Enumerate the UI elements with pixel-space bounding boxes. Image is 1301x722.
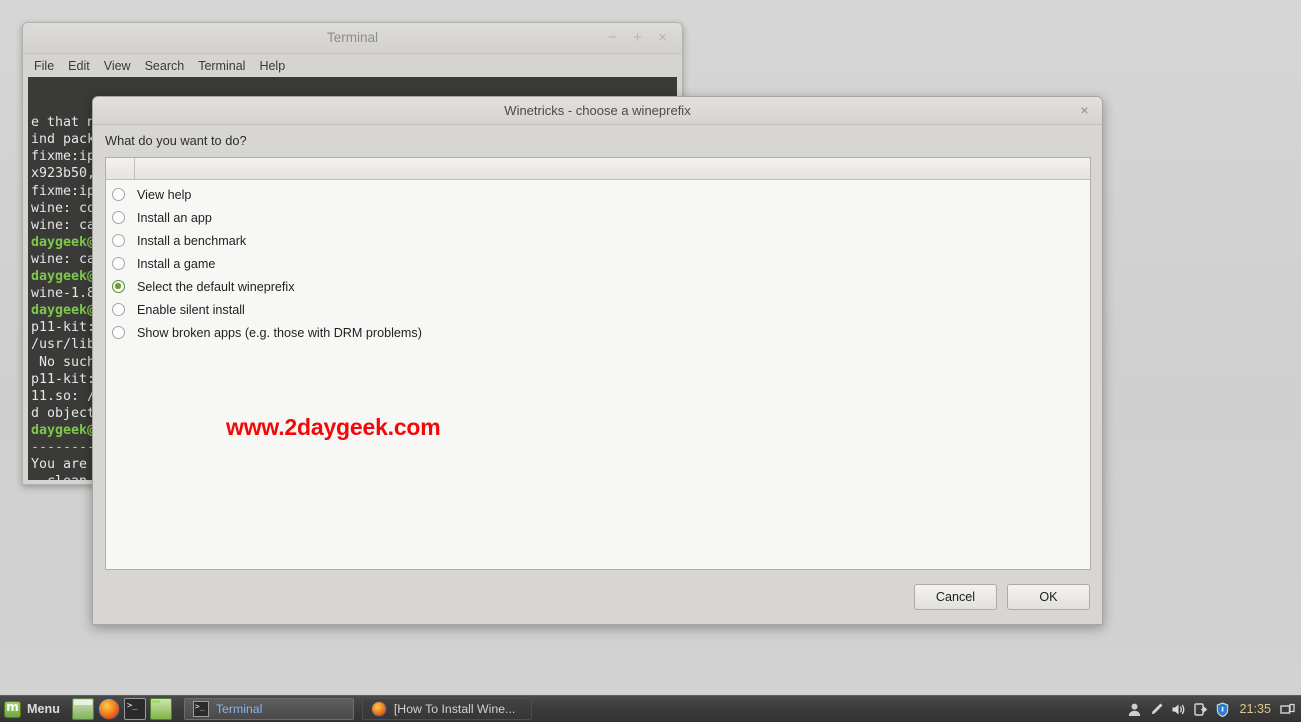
minimize-icon[interactable]: − — [605, 30, 620, 46]
options-list[interactable]: View help Install an app Install a benchma… — [105, 157, 1091, 570]
watermark-text: www.2daygeek.com — [226, 414, 441, 440]
firefox-icon — [370, 701, 387, 717]
radio-button[interactable] — [112, 234, 125, 247]
volume-icon[interactable] — [1171, 702, 1186, 717]
list-header-column-2[interactable] — [135, 158, 1090, 179]
dialog-titlebar[interactable]: Winetricks - choose a wineprefix × — [93, 97, 1102, 125]
terminal-icon[interactable] — [123, 698, 146, 720]
winetricks-dialog: Winetricks - choose a wineprefix × What … — [92, 96, 1103, 625]
workspace-switcher-icon[interactable] — [1280, 702, 1295, 717]
radio-button[interactable] — [112, 211, 125, 224]
mint-logo-icon — [4, 700, 21, 718]
firefox-icon[interactable] — [97, 698, 120, 720]
desktop: Terminal − + × File Edit View Search Ter… — [0, 0, 1301, 722]
options-rows: View help Install an app Install a benchma… — [106, 180, 1090, 344]
radio-button[interactable] — [112, 257, 125, 270]
radio-button[interactable] — [112, 303, 125, 316]
user-icon[interactable] — [1127, 702, 1142, 717]
taskbar-window-label: [How To Install Wine... — [393, 702, 516, 716]
list-header-column-1[interactable] — [106, 158, 135, 179]
terminal-icon — [192, 701, 209, 717]
battery-icon[interactable] — [1193, 702, 1208, 717]
dialog-button-bar: Cancel OK — [914, 584, 1090, 610]
show-desktop-icon[interactable] — [71, 698, 94, 720]
ok-button[interactable]: OK — [1007, 584, 1090, 610]
option-label: Install an app — [137, 210, 212, 225]
radio-button[interactable] — [112, 326, 125, 339]
cancel-button[interactable]: Cancel — [914, 584, 997, 610]
option-row[interactable]: Install a game — [106, 252, 1090, 275]
option-row[interactable]: Enable silent install — [106, 298, 1090, 321]
shield-icon[interactable] — [1215, 701, 1230, 717]
taskbar-window-terminal[interactable]: Terminal — [183, 698, 354, 720]
taskbar-window-firefox[interactable]: [How To Install Wine... — [361, 698, 532, 720]
menu-button-label: Menu — [27, 702, 60, 716]
menu-view[interactable]: View — [104, 59, 131, 73]
clock[interactable]: 21:35 — [1237, 702, 1273, 716]
option-label: Select the default wineprefix — [137, 279, 295, 294]
menu-button[interactable]: Menu — [0, 697, 68, 721]
list-column-header — [106, 158, 1090, 180]
taskbar: Menu Terminal [How To Install Wine... — [0, 695, 1301, 722]
dialog-title: Winetricks - choose a wineprefix — [504, 103, 691, 118]
option-row[interactable]: Show broken apps (e.g. those with DRM pr… — [106, 321, 1090, 344]
option-label: Enable silent install — [137, 302, 245, 317]
close-icon[interactable]: × — [655, 30, 670, 46]
option-label: Install a game — [137, 256, 216, 271]
radio-button[interactable] — [112, 188, 125, 201]
terminal-window-title: Terminal — [326, 30, 378, 45]
radio-button[interactable] — [112, 280, 125, 293]
files-icon[interactable] — [149, 698, 172, 720]
taskbar-window-label: Terminal — [215, 702, 263, 716]
menu-edit[interactable]: Edit — [68, 59, 90, 73]
terminal-titlebar[interactable]: Terminal − + × — [23, 23, 682, 54]
menu-search[interactable]: Search — [145, 59, 185, 73]
menu-help[interactable]: Help — [259, 59, 285, 73]
maximize-icon[interactable]: + — [630, 30, 645, 46]
system-tray: 21:35 — [1127, 696, 1295, 722]
terminal-menubar: File Edit View Search Terminal Help — [23, 54, 682, 77]
pen-icon[interactable] — [1149, 702, 1164, 717]
option-row[interactable]: Install an app — [106, 206, 1090, 229]
option-label: Show broken apps (e.g. those with DRM pr… — [137, 325, 422, 340]
option-label: Install a benchmark — [137, 233, 247, 248]
close-icon[interactable]: × — [1077, 103, 1092, 118]
menu-terminal[interactable]: Terminal — [198, 59, 245, 73]
option-row[interactable]: Select the default wineprefix — [106, 275, 1090, 298]
menu-file[interactable]: File — [34, 59, 54, 73]
option-row[interactable]: Install a benchmark — [106, 229, 1090, 252]
option-label: View help — [137, 187, 192, 202]
option-row[interactable]: View help — [106, 183, 1090, 206]
dialog-question-label: What do you want to do? — [105, 133, 247, 148]
